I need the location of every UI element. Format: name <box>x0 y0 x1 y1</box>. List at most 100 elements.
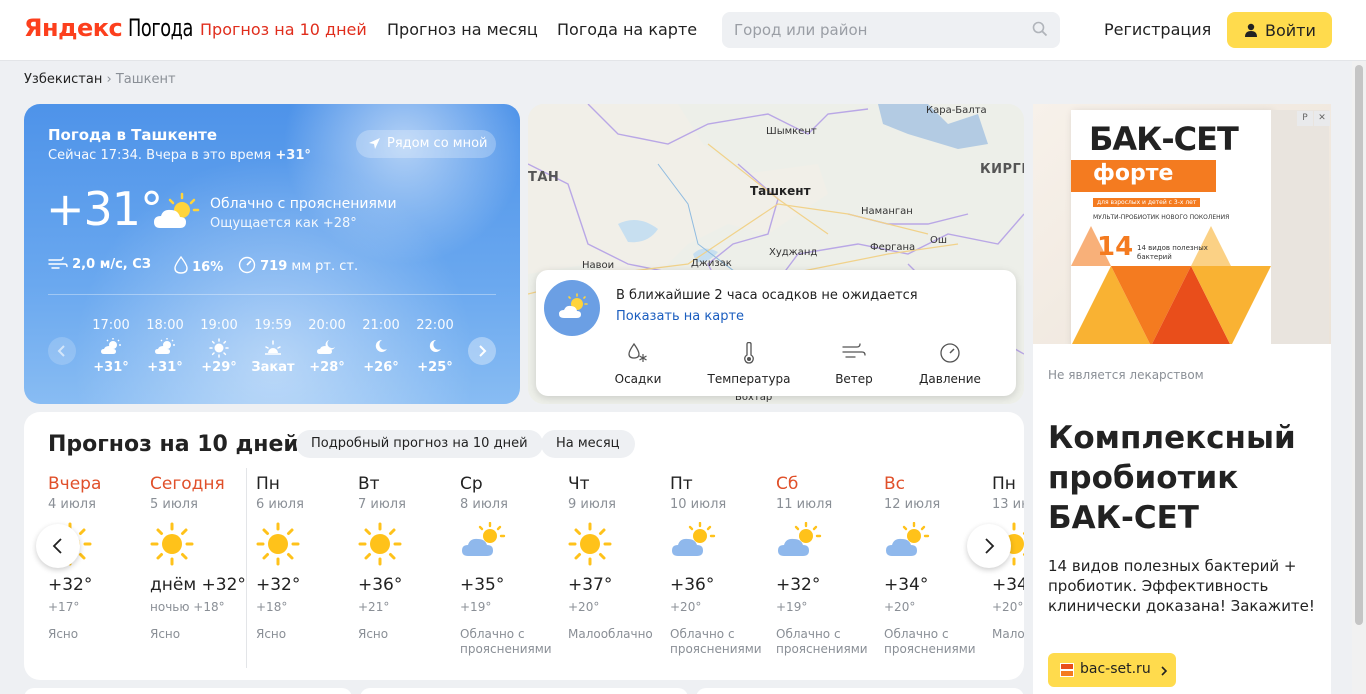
search-icon[interactable] <box>1032 21 1048 37</box>
detailed-forecast-button[interactable]: Подробный прогноз на 10 дней <box>296 430 543 458</box>
month-forecast-button[interactable]: На месяц <box>541 430 635 458</box>
precipitation-icon <box>628 342 647 362</box>
map-tab-wind[interactable]: Ветер <box>804 342 904 386</box>
forecast-day[interactable]: Ср 8 июля +35° +19° Облачно с прояснениями <box>460 474 564 657</box>
nav-forecast-month[interactable]: Прогноз на месяц <box>387 20 538 39</box>
wind-info: 2,0 м/с, СЗ <box>48 256 151 272</box>
sun-icon <box>209 338 229 358</box>
day-min-temp: +20° <box>670 600 702 614</box>
ad-product-image[interactable]: БАК-СЕТ форте для взрослых и детей с 3-х… <box>1033 104 1331 344</box>
hour-item[interactable]: 17:00 +31° <box>86 318 136 375</box>
logo[interactable]: Яндекс Погода <box>24 14 207 42</box>
register-link[interactable]: Регистрация <box>1104 20 1211 39</box>
day-condition: Малооблачно <box>992 627 1024 641</box>
subtitle-prefix: Сейчас 17:34. Вчера в это время <box>48 148 272 163</box>
page-scrollbar[interactable] <box>1352 61 1366 694</box>
day-max-temp: +36° <box>358 575 403 595</box>
hour-item[interactable]: 21:00 +26° <box>356 318 406 375</box>
hour-time: 21:00 <box>362 318 400 333</box>
product-box-side <box>1271 110 1329 344</box>
hour-item[interactable]: 18:00 +31° <box>140 318 190 375</box>
day-name: Сб <box>776 474 799 494</box>
hour-item[interactable]: 19:00 +29° <box>194 318 244 375</box>
hour-time: 18:00 <box>146 318 184 333</box>
hour-value: Закат <box>251 360 295 375</box>
nearby-button[interactable]: Рядом со мной <box>356 130 496 158</box>
ad-text[interactable]: 14 видов полезных бактерий + пробиотик. … <box>1048 556 1323 616</box>
map-tab-temperature[interactable]: Температура <box>699 341 799 386</box>
logo-brand: Яндекс <box>24 14 123 42</box>
search-placeholder: Город или район <box>734 21 868 39</box>
hour-value: +25° <box>417 360 453 375</box>
sun-cloud-icon <box>559 293 588 318</box>
ad-headline[interactable]: Комплексный пробиотик БАК-СЕТ <box>1048 418 1331 538</box>
current-weather-title[interactable]: Погода в Ташкенте <box>48 126 217 144</box>
ad-close-icon[interactable]: ✕ <box>1314 111 1330 126</box>
hours-next-button[interactable] <box>468 337 496 365</box>
nav-forecast-10-days[interactable]: Прогноз на 10 дней <box>200 20 367 39</box>
hour-time: 19:00 <box>200 318 238 333</box>
hour-item[interactable]: 22:00 +25° <box>410 318 460 375</box>
hour-time: 17:00 <box>92 318 130 333</box>
map-city: Шымкент <box>766 126 817 137</box>
map-city-tashkent: Ташкент <box>750 184 811 198</box>
bottom-card <box>696 688 1024 694</box>
sun-icon <box>150 522 194 566</box>
day-min-temp: +20° <box>992 600 1024 614</box>
forecast-day[interactable]: Пт 10 июля +36° +20° Облачно с прояснениями <box>670 474 774 657</box>
day-date: 5 июля <box>150 497 198 512</box>
day-date: 6 июля <box>256 497 304 512</box>
show-on-map-link[interactable]: Показать на карте <box>616 309 744 324</box>
day-date: 12 июля <box>884 497 941 512</box>
day-max-temp: +34° <box>992 575 1024 595</box>
map-tab-precipitation[interactable]: Осадки <box>588 342 688 386</box>
hour-value: +26° <box>363 360 399 375</box>
thermometer-icon <box>744 341 754 364</box>
hour-value: +29° <box>201 360 237 375</box>
location-arrow-icon <box>369 138 380 149</box>
day-max-temp: +35° <box>460 575 505 595</box>
search-input[interactable]: Город или район <box>722 12 1060 48</box>
hours-prev-button[interactable] <box>48 337 76 365</box>
ad-link-button[interactable]: bac-set.ru <box>1048 653 1176 687</box>
map-tab-label: Ветер <box>835 372 873 386</box>
forecast-prev-button[interactable] <box>36 524 80 568</box>
day-name: Чт <box>568 474 590 494</box>
weather-map[interactable]: Кара-Балта Шымкент Ташкент Наманган Ферг… <box>528 104 1024 404</box>
current-weather-card[interactable]: Погода в Ташкенте Сейчас 17:34. Вчера в … <box>24 104 520 404</box>
wind-icon <box>48 256 68 269</box>
day-icon-wrap <box>150 522 254 566</box>
product-age: для взрослых и детей с 3-х лет <box>1093 198 1201 207</box>
current-weather-subtitle: Сейчас 17:34. Вчера в это время +31° <box>48 148 311 163</box>
day-date: 7 июля <box>358 497 406 512</box>
day-date: 13 июля <box>992 497 1024 512</box>
user-icon <box>1245 23 1257 37</box>
nav-weather-map[interactable]: Погода на карте <box>557 20 697 39</box>
map-tab-pressure[interactable]: Давление <box>900 342 1000 386</box>
advertisement[interactable]: БАК-СЕТ форте для взрослых и детей с 3-х… <box>1033 104 1331 694</box>
login-button[interactable]: Войти <box>1227 12 1332 48</box>
scrollbar-thumb[interactable] <box>1355 65 1363 625</box>
forecast-day[interactable]: Сб 11 июля +32° +19° Облачно с прояснениями <box>776 474 880 657</box>
forecast-day[interactable]: Пн 6 июля +32° +18° Ясно <box>256 474 360 642</box>
yesterday-temp: +31° <box>275 148 311 163</box>
sun-cloud-icon <box>101 338 121 354</box>
hour-item-sunset[interactable]: 19:59 Закат <box>248 318 298 375</box>
hour-time: 22:00 <box>416 318 454 333</box>
day-min-temp: +19° <box>776 600 808 614</box>
breadcrumb-country[interactable]: Узбекистан <box>24 72 102 87</box>
sunset-icon <box>265 340 281 355</box>
map-city: Худжанд <box>769 247 818 258</box>
forecast-next-button[interactable] <box>967 524 1011 568</box>
forecast-day[interactable]: Вт 7 июля +36° +21° Ясно <box>358 474 462 642</box>
hour-item[interactable]: 20:00 +28° <box>302 318 352 375</box>
current-temp: +31° <box>46 182 163 236</box>
forecast-day[interactable]: Чт 9 июля +37° +20° Малооблачно <box>568 474 672 642</box>
precip-status-text: В ближайшие 2 часа осадков не ожидается <box>616 288 918 303</box>
day-icon-wrap <box>256 522 360 566</box>
forecast-day[interactable]: Сегодня 5 июля днём +32° ночью +18° Ясно <box>150 474 254 642</box>
wind-icon <box>842 343 866 358</box>
ad-info-flag[interactable]: Р <box>1297 111 1313 126</box>
wind-value: 2,0 м/с, СЗ <box>72 257 152 272</box>
sun-cloud-icon <box>672 521 716 556</box>
